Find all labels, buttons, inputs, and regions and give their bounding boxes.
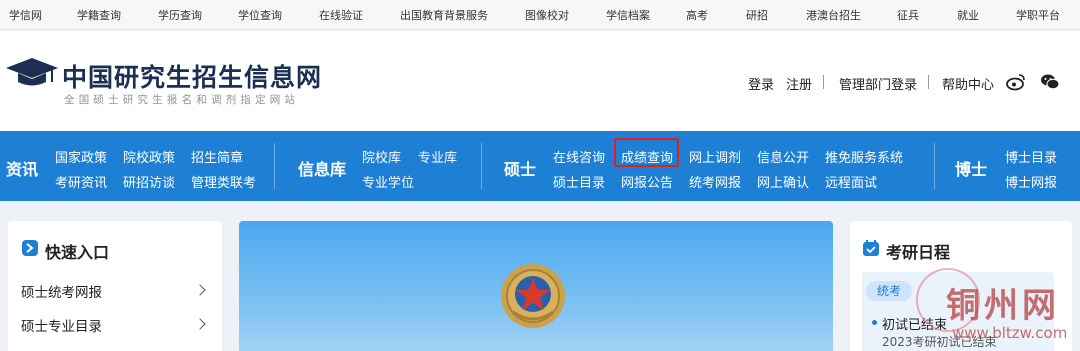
nav-divider <box>481 143 482 189</box>
nav-link-professional-degree[interactable]: 专业学位 <box>362 172 414 191</box>
quick-entry-item-master-registration[interactable]: 硕士统考网报 <box>21 281 102 301</box>
top-nav-link-yanzhao[interactable]: 研招 <box>746 7 768 23</box>
header-divider <box>928 75 929 89</box>
nav-link-enrollment-guide[interactable]: 招生简章 <box>191 147 243 166</box>
graduation-cap-icon <box>6 58 58 86</box>
nav-link-unified-registration[interactable]: 统考网报 <box>689 172 741 191</box>
nav-link-kaoyan-news[interactable]: 考研资讯 <box>55 172 107 191</box>
top-nav-link-image-check[interactable]: 图像校对 <box>525 7 569 23</box>
login-link[interactable]: 登录 <box>748 74 774 93</box>
nav-link-phd-catalog[interactable]: 博士目录 <box>1005 147 1057 166</box>
watermark-text: 铜州网 <box>946 286 1060 326</box>
header-divider <box>823 75 824 89</box>
quick-entry-item-master-catalog[interactable]: 硕士专业目录 <box>21 315 102 335</box>
top-nav-link-verify[interactable]: 在线验证 <box>319 7 363 23</box>
section-shuoshi: 硕士 <box>504 160 537 179</box>
calendar-icon <box>863 240 879 256</box>
top-nav-link-xuewei[interactable]: 学位查询 <box>238 7 282 23</box>
top-nav-link-hmt[interactable]: 港澳台招生 <box>806 7 861 23</box>
top-nav-link-xueji[interactable]: 学籍查询 <box>77 7 121 23</box>
nav-link-online-consult[interactable]: 在线咨询 <box>553 147 605 166</box>
top-nav-link-xuezhi[interactable]: 学职平台 <box>1016 7 1060 23</box>
watermark-url: www.bltzw.com <box>952 324 1068 342</box>
site-logo-title[interactable]: 中国研究生招生信息网 <box>62 58 322 94</box>
nav-link-interviews[interactable]: 研招访谈 <box>123 172 175 191</box>
nav-link-remote-interview[interactable]: 远程面试 <box>825 172 877 191</box>
schedule-tab-tongkao[interactable]: 统考 <box>866 281 912 301</box>
nav-link-management-exam[interactable]: 管理类联考 <box>191 172 256 191</box>
section-zixun: 资讯 <box>6 160 39 179</box>
quick-entry-title: 快速入口 <box>45 243 110 262</box>
nav-link-school-policy[interactable]: 院校政策 <box>123 147 175 166</box>
army-emblem-icon <box>501 264 565 328</box>
top-nav-link-xuexin[interactable]: 学信网 <box>9 7 42 23</box>
nav-divider <box>934 143 935 189</box>
admin-login-link[interactable]: 管理部门登录 <box>839 74 917 93</box>
top-nav-link-gaokao[interactable]: 高考 <box>686 7 708 23</box>
nav-link-info-disclosure[interactable]: 信息公开 <box>757 147 809 166</box>
nav-link-national-policy[interactable]: 国家政策 <box>55 147 107 166</box>
quick-entry-icon <box>22 240 38 256</box>
top-nav-link-archive[interactable]: 学信档案 <box>606 7 650 23</box>
top-nav-link-jiuye[interactable]: 就业 <box>957 7 979 23</box>
nav-divider <box>274 143 275 189</box>
main-nav-bar: 资讯 国家政策 院校政策 招生简章 考研资讯 研招访谈 管理类联考 信息库 院校… <box>0 131 1080 201</box>
nav-link-online-confirm[interactable]: 网上确认 <box>757 172 809 191</box>
section-xinxiku: 信息库 <box>298 160 347 179</box>
nav-link-school-db[interactable]: 院校库 <box>362 147 401 166</box>
top-nav-link-zhengbing[interactable]: 征兵 <box>897 7 919 23</box>
nav-link-major-db[interactable]: 专业库 <box>418 147 457 166</box>
nav-link-online-adjust[interactable]: 网上调剂 <box>689 147 741 166</box>
nav-link-master-catalog[interactable]: 硕士目录 <box>553 172 605 191</box>
schedule-title: 考研日程 <box>886 243 951 262</box>
nav-link-registration-notice[interactable]: 网报公告 <box>621 172 673 191</box>
top-nav-link-xueli[interactable]: 学历查询 <box>158 7 202 23</box>
top-nav-link-abroad[interactable]: 出国教育背景服务 <box>400 7 488 23</box>
wechat-icon[interactable] <box>1040 73 1060 91</box>
section-boshi: 博士 <box>955 160 988 179</box>
nav-link-phd-registration[interactable]: 博士网报 <box>1005 172 1057 191</box>
nav-link-recommend-system[interactable]: 推免服务系统 <box>825 147 903 166</box>
register-link[interactable]: 注册 <box>786 74 812 93</box>
help-center-link[interactable]: 帮助中心 <box>942 74 994 93</box>
site-logo-subtitle: 全国硕士研究生报名和调剂指定网站 <box>64 94 300 106</box>
score-query-highlight <box>614 138 679 167</box>
weibo-icon[interactable] <box>1006 73 1026 91</box>
schedule-bullet <box>872 320 877 325</box>
top-nav: 学信网 学籍查询 学历查询 学位查询 在线验证 出国教育背景服务 图像校对 学信… <box>0 0 1080 30</box>
